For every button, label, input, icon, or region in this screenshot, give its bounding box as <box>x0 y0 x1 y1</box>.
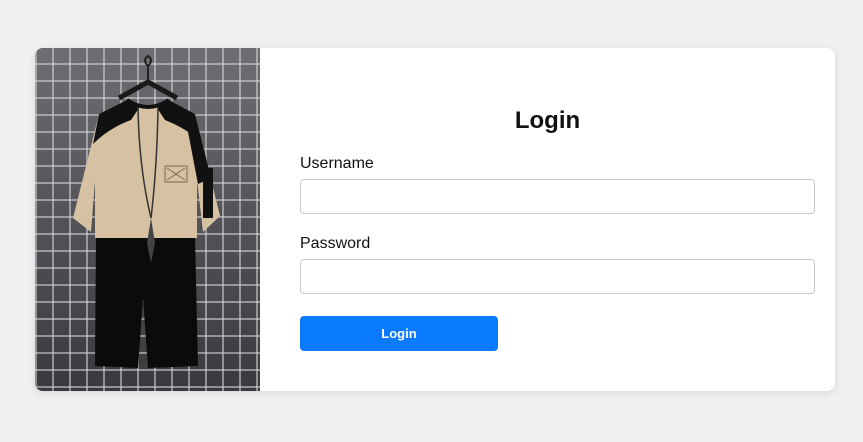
password-input[interactable] <box>300 259 815 294</box>
login-card: Login Username Password Login <box>35 48 835 391</box>
password-label: Password <box>300 235 371 252</box>
outfit-illustration <box>73 54 220 368</box>
username-input[interactable] <box>300 179 815 214</box>
username-label: Username <box>300 155 374 172</box>
login-title: Login <box>514 107 581 134</box>
login-form: Login Username Password Login <box>300 48 817 391</box>
login-button[interactable]: Login <box>300 316 498 351</box>
outfit-photo <box>35 48 260 391</box>
